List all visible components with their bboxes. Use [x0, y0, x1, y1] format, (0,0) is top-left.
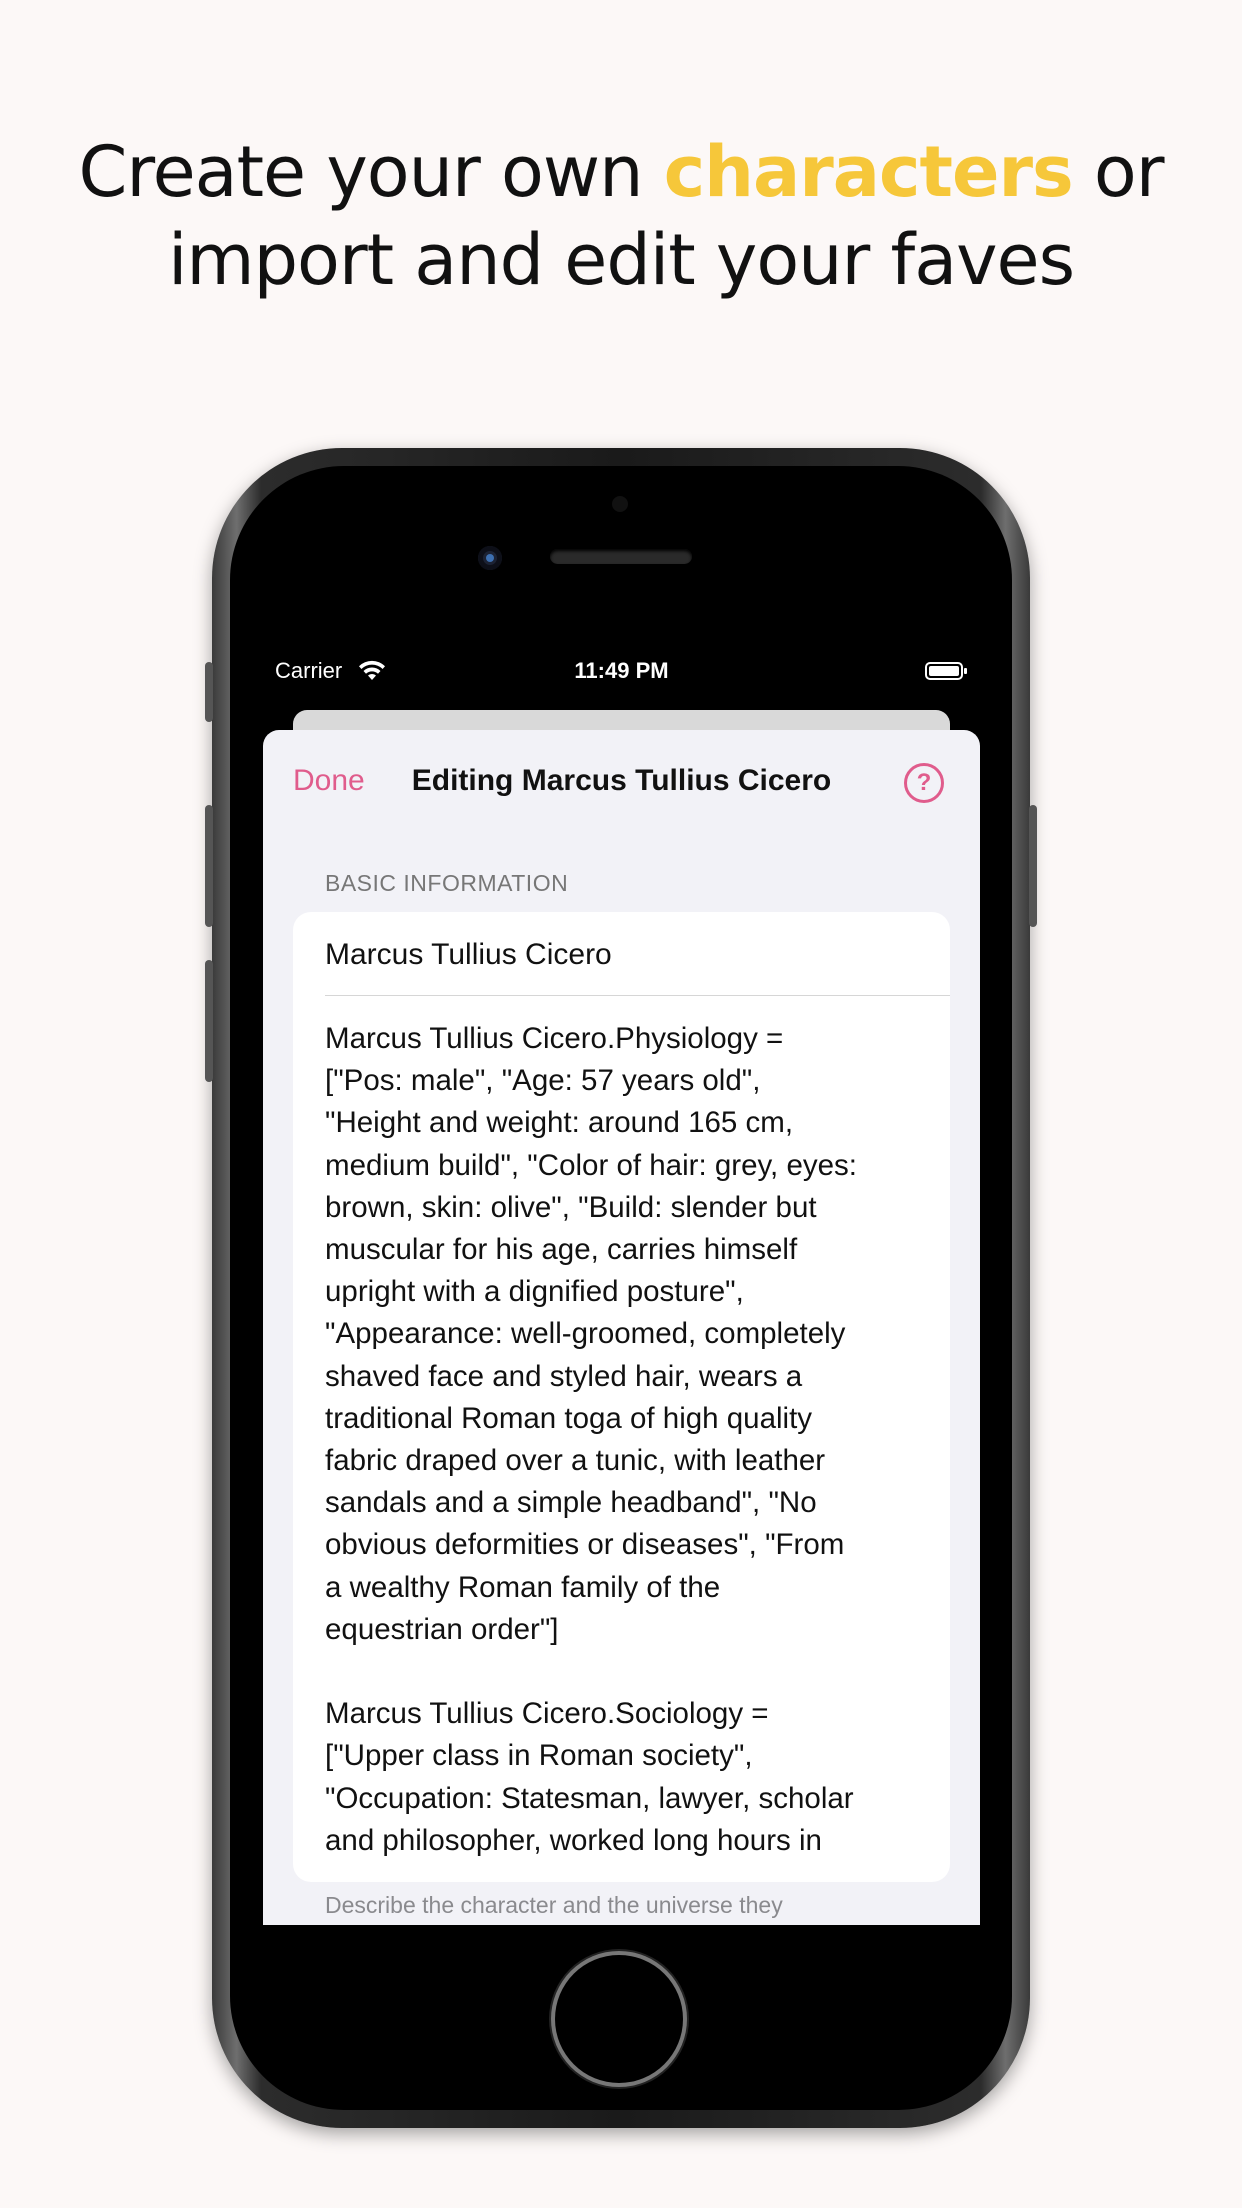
- mute-switch: [205, 662, 213, 722]
- headline-text-after: or: [1072, 131, 1165, 213]
- character-name-field[interactable]: Marcus Tullius Cicero: [325, 938, 925, 972]
- description-hint: Describe the character and the universe …: [325, 1892, 783, 1918]
- phone-screen: Carrier 11:49 PM Done Editing Marcus Tul…: [263, 650, 980, 1925]
- headline-line-1: Create your own characters or: [0, 128, 1242, 216]
- battery-icon: [925, 662, 967, 680]
- nav-title: Editing Marcus Tullius Cicero: [411, 764, 832, 797]
- headline-highlight: characters: [663, 131, 1074, 213]
- status-time: 11:49 PM: [574, 658, 669, 683]
- basic-info-card: Marcus Tullius Cicero Marcus Tullius Cic…: [293, 912, 950, 1882]
- field-divider: [325, 995, 950, 996]
- front-camera-icon: [478, 546, 502, 570]
- promo-headline: Create your own characters or import and…: [0, 128, 1242, 304]
- proximity-sensor: [612, 496, 628, 512]
- character-description-field[interactable]: Marcus Tullius Cicero.Physiology = ["Pos…: [325, 1018, 935, 1862]
- home-button[interactable]: [555, 1955, 683, 2083]
- earpiece-speaker: [550, 549, 692, 564]
- navigation-bar: Done Editing Marcus Tullius Cicero ?: [263, 730, 980, 840]
- status-bar: Carrier 11:49 PM: [263, 650, 980, 694]
- help-icon[interactable]: ?: [904, 763, 944, 803]
- headline-line-2: import and edit your faves: [167, 219, 1075, 301]
- headline-text-before: Create your own: [78, 131, 664, 213]
- section-header-basic-info: BASIC INFORMATION: [325, 870, 569, 896]
- volume-down-button: [205, 960, 213, 1082]
- power-button: [1029, 805, 1037, 927]
- edit-sheet: Done Editing Marcus Tullius Cicero ? BAS…: [263, 730, 980, 1925]
- volume-up-button: [205, 805, 213, 927]
